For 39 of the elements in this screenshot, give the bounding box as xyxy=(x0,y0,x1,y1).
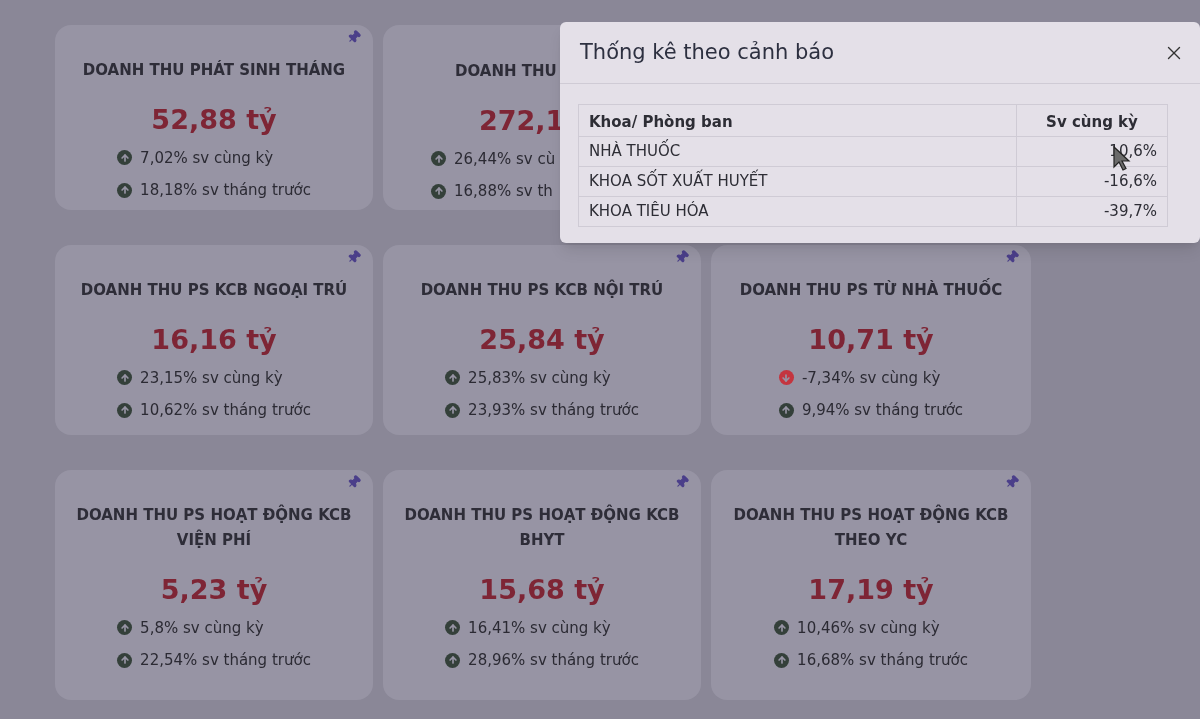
table-cell: KHOA SỐT XUẤT HUYẾT xyxy=(578,166,1017,196)
comparison-text: 25,83% sv cùng kỳ xyxy=(468,367,611,389)
card-title: DOANH THU xyxy=(455,61,558,82)
comparison-text: 7,02% sv cùng kỳ xyxy=(140,147,274,169)
column-header: Sv cùng kỳ xyxy=(1016,104,1168,136)
comparison-text: 26,44% sv cù xyxy=(454,148,556,170)
comparison-text: 16,88% sv th xyxy=(454,181,553,202)
comparison-text: 28,96% sv tháng trước xyxy=(468,650,639,671)
comparison-text: 5,8% sv cùng kỳ xyxy=(140,617,264,639)
card-value: 16,16 tỷ xyxy=(151,324,277,355)
card-title: DOANH THU PS HOẠT ĐỘNG KCB BHYT xyxy=(403,504,681,551)
comparison-text: 9,94% sv tháng trước xyxy=(801,400,964,421)
card-title: DOANH THU PS TỪ NHÀ THUỐC xyxy=(723,278,1019,303)
comparison-text: -7,34% sv cùng kỳ xyxy=(801,367,941,389)
table-cell: -39,7% xyxy=(1016,196,1168,226)
card-value: 25,84 tỷ xyxy=(479,324,605,355)
table-cell: KHOA TIÊU HÓA xyxy=(578,196,1017,226)
comparison-text: 16,68% sv tháng trước xyxy=(797,650,968,671)
dialog-title: Thống kê theo cảnh báo xyxy=(580,38,835,66)
card-value: 15,68 tỷ xyxy=(479,574,605,605)
card-value: 272,1 xyxy=(479,105,565,136)
comparison-text: 10,46% sv cùng kỳ xyxy=(797,617,940,639)
card-title: DOANH THU PS KCB NỘI TRÚ xyxy=(419,279,665,301)
comparison-text: 18,18% sv tháng trước xyxy=(140,180,311,201)
card-title: DOANH THU PS HOẠT ĐỘNG KCB THEO YC xyxy=(732,504,1010,551)
card-value: 52,88 tỷ xyxy=(151,104,277,135)
comparison-text: 16,41% sv cùng kỳ xyxy=(468,617,611,639)
comparison-text: 23,93% sv tháng trước xyxy=(468,400,639,421)
comparison-text: 22,54% sv tháng trước xyxy=(140,650,311,671)
card-value: 5,23 tỷ xyxy=(160,574,268,605)
comparison-text: 23,15% sv cùng kỳ xyxy=(140,367,283,389)
card-value: 10,71 tỷ xyxy=(808,324,934,355)
card-title: DOANH THU PS HOẠT ĐỘNG KCB VIỆN PHÍ xyxy=(75,504,353,551)
card-title: DOANH THU PHÁT SINH THÁNG xyxy=(81,59,347,81)
card-value: 17,19 tỷ xyxy=(808,574,934,605)
comparison-text: 10,62% sv tháng trước xyxy=(140,400,311,421)
column-header: Khoa/ Phòng ban xyxy=(578,104,1017,136)
card-title: DOANH THU PS KCB NGOẠI TRÚ xyxy=(79,279,349,301)
table-cell: NHÀ THUỐC xyxy=(578,136,1017,166)
